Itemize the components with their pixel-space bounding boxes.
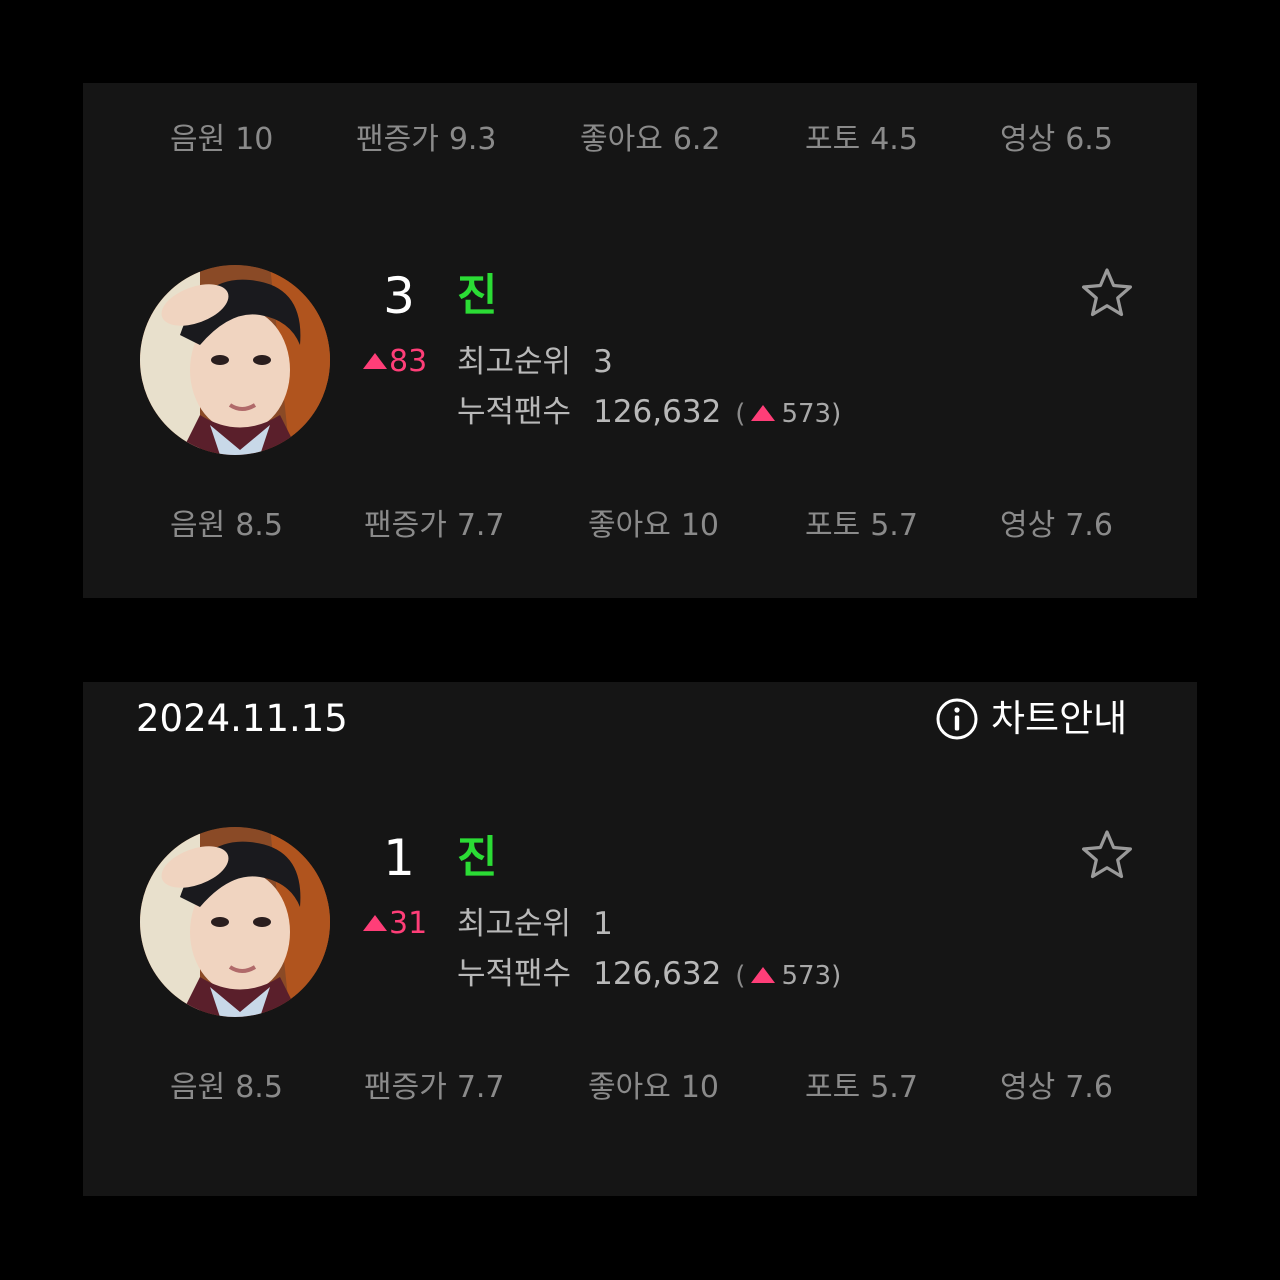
chart-card-current: 2024.11.15 차트안내 1 진 31 최고순위 1 누적팬수 126,632…	[83, 682, 1197, 1196]
score-label: 음원	[170, 508, 226, 543]
score-row-previous: 음원 10 팬증가 9.3 좋아요 6.2 포토 4.5 영상 6.5	[83, 120, 1197, 160]
score-item-fan-growth: 팬증가 7.7	[364, 506, 505, 546]
artist-photo	[140, 265, 330, 455]
score-value: 7.6	[1065, 508, 1113, 543]
score-label: 팬증가	[364, 1070, 447, 1105]
score-item-photo: 포토 5.7	[805, 506, 918, 546]
score-value: 6.2	[672, 122, 721, 157]
best-rank-value: 3	[593, 344, 613, 380]
chart-guide-button[interactable]: 차트안내	[935, 694, 1127, 744]
artist-avatar[interactable]	[140, 265, 330, 455]
score-value: 7.7	[456, 1070, 505, 1105]
up-triangle-icon	[363, 353, 387, 369]
score-label: 음원	[170, 1070, 226, 1105]
total-fans: 누적팬수 126,632 (573)	[457, 954, 841, 996]
fans-increase-open: (	[735, 399, 746, 429]
artist-photo	[140, 827, 330, 1017]
score-label: 영상	[1000, 508, 1056, 543]
score-label: 영상	[1000, 122, 1056, 157]
score-value: 6.5	[1065, 122, 1113, 157]
total-fans: 누적팬수 126,632 (573)	[457, 392, 841, 434]
artist-avatar[interactable]	[140, 827, 330, 1017]
score-label: 영상	[1000, 1070, 1056, 1105]
chart-date: 2024.11.15	[136, 697, 348, 740]
score-label: 좋아요	[588, 1070, 671, 1105]
score-item-photo: 포토 4.5	[805, 120, 918, 160]
score-value: 10	[235, 122, 274, 157]
score-label: 좋아요	[588, 508, 671, 543]
score-row: 음원 8.5 팬증가 7.7 좋아요 10 포토 5.7 영상 7.6	[83, 506, 1197, 546]
score-label: 포토	[805, 508, 861, 543]
up-triangle-icon	[363, 915, 387, 931]
star-outline-icon[interactable]	[1079, 266, 1135, 322]
score-label: 팬증가	[364, 508, 447, 543]
best-rank-label: 최고순위	[457, 906, 572, 942]
score-label: 좋아요	[580, 122, 663, 157]
score-label: 팬증가	[356, 122, 439, 157]
best-rank: 최고순위 3	[457, 342, 613, 382]
artist-name[interactable]: 진	[457, 828, 497, 888]
best-rank: 최고순위 1	[457, 904, 613, 944]
score-item-video: 영상 6.5	[1000, 120, 1113, 160]
chart-guide-label: 차트안내	[991, 697, 1128, 740]
best-rank-value: 1	[593, 906, 613, 942]
fans-increase-value: 573)	[781, 961, 842, 991]
artist-name[interactable]: 진	[457, 266, 497, 326]
total-fans-label: 누적팬수	[457, 956, 572, 992]
score-item-fan-growth: 팬증가 7.7	[364, 1068, 505, 1108]
score-value: 8.5	[235, 508, 283, 543]
up-triangle-icon	[751, 967, 776, 983]
chart-card-previous: 음원 10 팬증가 9.3 좋아요 6.2 포토 4.5 영상 6.5 3 진 83 최고…	[83, 83, 1197, 598]
score-item-likes: 좋아요 10	[588, 1068, 719, 1108]
star-outline-icon[interactable]	[1079, 828, 1135, 884]
score-value: 4.5	[870, 122, 918, 157]
score-item-photo: 포토 5.7	[805, 1068, 918, 1108]
score-value: 10	[680, 1070, 719, 1105]
score-value: 5.7	[870, 1070, 918, 1105]
score-item-music: 음원 8.5	[170, 506, 283, 546]
score-item-likes: 좋아요 6.2	[580, 120, 721, 160]
best-rank-label: 최고순위	[457, 344, 572, 380]
score-value: 8.5	[235, 1070, 283, 1105]
score-item-music: 음원 10	[170, 120, 273, 160]
info-circle-icon	[936, 698, 978, 740]
score-value: 9.3	[448, 122, 497, 157]
score-label: 포토	[805, 122, 861, 157]
score-value: 7.6	[1065, 1070, 1113, 1105]
score-item-video: 영상 7.6	[1000, 1068, 1113, 1108]
rank-change-value: 83	[389, 344, 428, 379]
score-value: 5.7	[870, 508, 918, 543]
total-fans-value: 126,632	[593, 956, 722, 992]
score-value: 10	[680, 508, 719, 543]
rank-change-value: 31	[389, 906, 428, 941]
score-item-likes: 좋아요 10	[588, 506, 719, 546]
rank-change: 83	[363, 342, 427, 382]
score-value: 7.7	[456, 508, 505, 543]
rank-number: 3	[383, 267, 415, 325]
score-item-music: 음원 8.5	[170, 1068, 283, 1108]
fans-increase-open: (	[735, 961, 746, 991]
score-label: 포토	[805, 1070, 861, 1105]
score-label: 음원	[170, 122, 226, 157]
rank-number: 1	[383, 829, 415, 887]
total-fans-value: 126,632	[593, 394, 722, 430]
score-item-video: 영상 7.6	[1000, 506, 1113, 546]
rank-change: 31	[363, 904, 427, 944]
score-item-fan-growth: 팬증가 9.3	[356, 120, 497, 160]
fans-increase-value: 573)	[781, 399, 842, 429]
total-fans-label: 누적팬수	[457, 394, 572, 430]
score-row: 음원 8.5 팬증가 7.7 좋아요 10 포토 5.7 영상 7.6	[83, 1068, 1197, 1108]
up-triangle-icon	[751, 405, 776, 421]
